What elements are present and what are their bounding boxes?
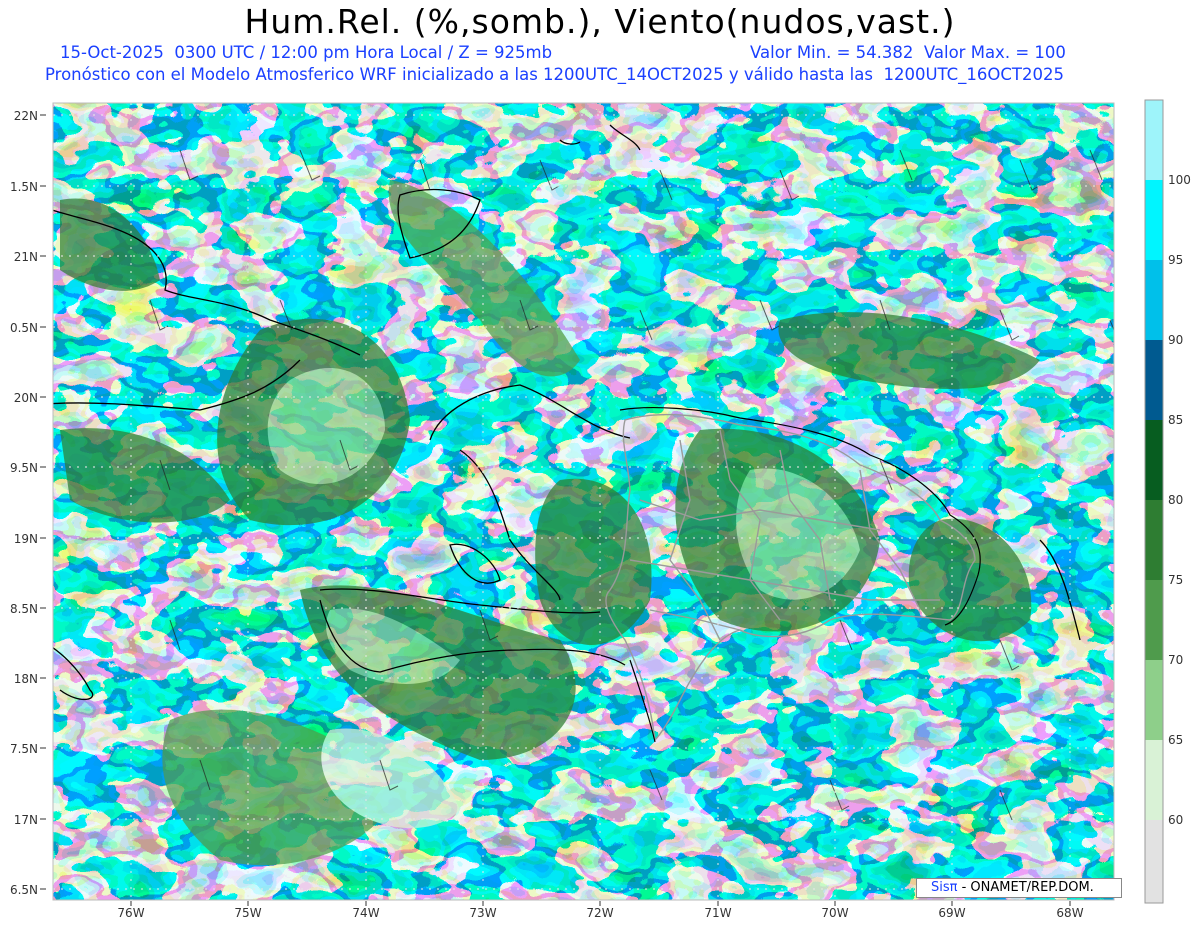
- lat-label: 6.5N: [10, 883, 38, 897]
- lat-label: 22N: [14, 109, 38, 123]
- credit-box: Sisπ - ONAMET/REP.DOM.: [916, 878, 1122, 898]
- colorbar-above-100: [1145, 100, 1163, 180]
- map-figure: 22N 1.5N 21N 0.5N 20N 9.5N 19N 8.5N 18N …: [10, 99, 1191, 920]
- colorbar-label: 100: [1168, 173, 1191, 187]
- lon-label: 75W: [234, 906, 261, 920]
- lat-label: 7.5N: [10, 742, 38, 756]
- lat-label: 18N: [14, 672, 38, 686]
- credit-text: - ONAMET/REP.DOM.: [961, 880, 1094, 895]
- colorbar-label: 60: [1168, 813, 1183, 827]
- lon-label: 72W: [586, 906, 613, 920]
- colorbar-65-70: [1145, 660, 1163, 740]
- sispi-logo-text: Sisπ: [931, 880, 958, 895]
- colorbar-70-75: [1145, 580, 1163, 660]
- lat-label: 19N: [14, 532, 38, 546]
- lon-label: 71W: [704, 906, 731, 920]
- colorbar-label: 90: [1168, 333, 1183, 347]
- longitude-axis: 76W 75W 74W 73W 72W 71W 70W 69W 68W: [117, 906, 1083, 920]
- colorbar-75-80: [1145, 500, 1163, 580]
- lon-label: 74W: [352, 906, 379, 920]
- colorbar-label: 85: [1168, 413, 1183, 427]
- latitude-axis: 22N 1.5N 21N 0.5N 20N 9.5N 19N 8.5N 18N …: [10, 109, 38, 897]
- lon-label: 69W: [938, 906, 965, 920]
- colorbar-below-60: [1145, 820, 1163, 903]
- lat-label: 9.5N: [10, 461, 38, 475]
- lon-label: 70W: [821, 906, 848, 920]
- lon-label: 73W: [469, 906, 496, 920]
- lat-label: 1.5N: [10, 180, 38, 194]
- colorbar-label: 65: [1168, 733, 1183, 747]
- lat-label: 20N: [14, 391, 38, 405]
- colorbar-labels: 100 95 90 85 80 75 70 65 60: [1168, 173, 1191, 827]
- colorbar-80-85: [1145, 420, 1163, 500]
- colorbar-label: 70: [1168, 653, 1183, 667]
- colorbar-90-95: [1145, 260, 1163, 340]
- lon-label: 68W: [1056, 906, 1083, 920]
- colorbar-label: 80: [1168, 493, 1183, 507]
- colorbar-label: 95: [1168, 253, 1183, 267]
- colorbar-95-100: [1145, 180, 1163, 260]
- colorbar-60-65: [1145, 740, 1163, 820]
- lat-label: 17N: [14, 813, 38, 827]
- colorbar-85-90: [1145, 340, 1163, 420]
- lat-label: 21N: [14, 250, 38, 264]
- lat-label: 8.5N: [10, 602, 38, 616]
- colorbar: [1144, 99, 1164, 904]
- lat-label: 0.5N: [10, 321, 38, 335]
- humidity-field: [53, 103, 1114, 900]
- colorbar-label: 75: [1168, 573, 1183, 587]
- lon-label: 76W: [117, 906, 144, 920]
